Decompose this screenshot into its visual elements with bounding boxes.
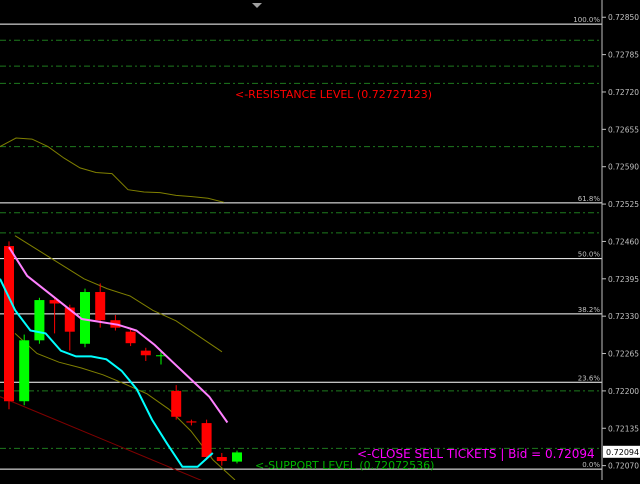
price-tick-label: 0.72525	[608, 200, 639, 209]
bear-candle-body[interactable]	[140, 350, 151, 356]
price-tick-label: 0.72395	[608, 275, 639, 284]
bear-candle-body[interactable]	[216, 457, 227, 462]
current-price-value: 0.72094	[606, 448, 639, 457]
bear-candle-body[interactable]	[95, 292, 106, 321]
price-tick-label: 0.72720	[608, 88, 639, 97]
price-tick-label: 0.72785	[608, 51, 639, 60]
fibonacci-level-label: 0.0%	[582, 461, 600, 469]
bear-candle-body[interactable]	[186, 421, 197, 423]
price-tick-label: 0.72460	[608, 237, 639, 246]
bear-candle-body[interactable]	[4, 246, 14, 402]
price-tick-label: 0.72655	[608, 125, 639, 134]
close-sell-tickets-label: <-CLOSE SELL TICKETS | Bid = 0.72094	[357, 447, 595, 461]
price-tick-label: 0.72265	[608, 350, 639, 359]
price-tick-label: 0.72200	[608, 387, 639, 396]
bear-candle-body[interactable]	[201, 423, 212, 458]
price-tick-label: 0.72135	[608, 424, 639, 433]
price-tick-label: 0.72590	[608, 163, 639, 172]
resistance-level-label: <-RESISTANCE LEVEL (0.72727123)	[235, 88, 432, 101]
fibonacci-level-label: 50.0%	[578, 251, 601, 259]
price-tick-label: 0.72070	[608, 462, 639, 471]
fibonacci-level-label: 61.8%	[578, 195, 601, 203]
trading-chart[interactable]: <-RESISTANCE LEVEL (0.72727123) <-SUPPOR…	[0, 0, 640, 484]
fibonacci-level-label: 100.0%	[573, 16, 600, 24]
fibonacci-level-label: 38.2%	[578, 306, 601, 314]
price-tick-label: 0.72330	[608, 312, 639, 321]
chart-background	[0, 0, 640, 480]
bull-candle-body[interactable]	[232, 452, 242, 462]
bull-candle-body[interactable]	[19, 340, 30, 402]
chart-canvas[interactable]: <-RESISTANCE LEVEL (0.72727123) <-SUPPOR…	[0, 0, 640, 484]
price-tick-label: 0.72850	[608, 13, 639, 22]
bear-candle-body[interactable]	[125, 331, 136, 344]
bull-candle-body[interactable]	[34, 300, 45, 341]
bear-candle-body[interactable]	[171, 390, 182, 417]
fibonacci-level-label: 23.6%	[578, 374, 601, 382]
